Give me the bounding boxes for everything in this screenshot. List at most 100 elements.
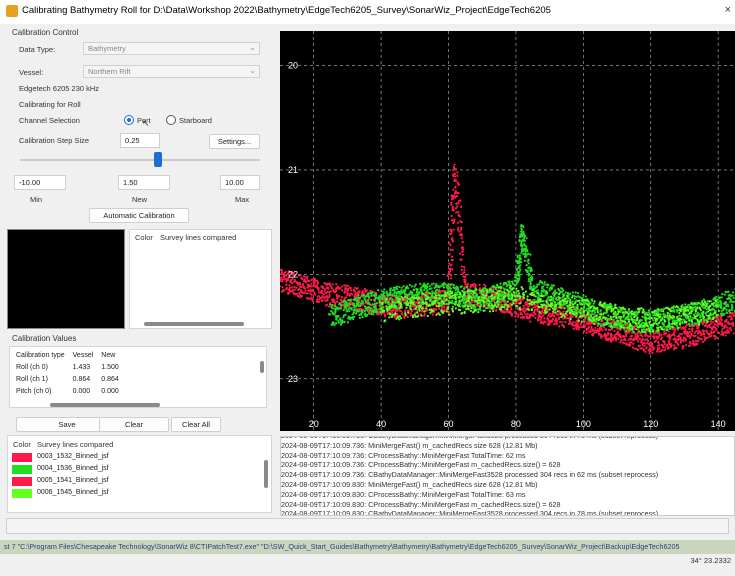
calibration-table-hscroll[interactable] xyxy=(50,403,160,407)
data-point xyxy=(329,303,332,306)
data-point xyxy=(452,209,455,212)
starboard-radio[interactable] xyxy=(166,115,176,125)
table-row[interactable]: Roll (ch 0) 1.433 1.500 xyxy=(12,361,123,373)
data-point xyxy=(513,295,517,298)
data-point xyxy=(485,294,488,297)
step-size-input[interactable]: 0.25 xyxy=(120,133,160,148)
settings-button[interactable]: Settings... xyxy=(209,134,260,149)
data-point xyxy=(607,314,610,317)
data-point xyxy=(516,305,519,308)
data-point xyxy=(328,282,331,285)
data-point xyxy=(347,308,350,311)
data-point xyxy=(480,289,483,292)
clear-button[interactable]: Clear xyxy=(99,417,169,432)
data-point xyxy=(293,288,296,291)
data-point xyxy=(520,312,523,315)
data-point xyxy=(629,324,633,327)
data-point xyxy=(645,328,648,331)
preview-list-scrollbar[interactable] xyxy=(144,322,244,326)
depth-profile-chart[interactable]: 20212223 20 40 60 80 100 120 140 xyxy=(280,31,735,431)
data-point xyxy=(424,307,428,310)
data-point xyxy=(721,333,725,337)
data-point xyxy=(685,309,688,312)
data-point xyxy=(599,324,603,327)
calibration-slider-thumb[interactable] xyxy=(154,152,162,167)
data-point xyxy=(510,314,514,317)
data-point xyxy=(646,325,650,328)
data-point xyxy=(624,329,627,333)
header-cell: Calibration type xyxy=(16,351,65,359)
data-point xyxy=(672,344,676,347)
starboard-radio-label[interactable]: Starboard xyxy=(179,116,212,125)
data-point xyxy=(418,291,421,294)
data-point xyxy=(453,175,457,178)
data-point xyxy=(632,320,635,323)
data-point xyxy=(576,295,580,298)
slider-max-input[interactable]: 10.00 xyxy=(220,175,260,190)
data-point xyxy=(613,329,616,333)
survey-lines-vscroll[interactable] xyxy=(264,460,268,488)
survey-line-name: 0003_1532_Binned_jsf xyxy=(37,453,109,460)
data-point xyxy=(388,294,391,297)
survey-lines-list[interactable]: Color Survey lines compared 0003_1532_Bi… xyxy=(7,435,272,513)
data-point xyxy=(448,293,451,296)
data-point xyxy=(682,345,685,348)
data-point xyxy=(375,310,379,314)
slider-new-input[interactable]: 1.50 xyxy=(118,175,170,190)
table-cell: Roll (ch 1) xyxy=(16,375,48,383)
data-point xyxy=(640,307,643,310)
data-point xyxy=(540,300,544,303)
calibration-slider-track[interactable] xyxy=(20,159,260,161)
data-point xyxy=(461,253,464,256)
data-point xyxy=(311,299,314,302)
automatic-calibration-button[interactable]: Automatic Calibration xyxy=(89,208,189,223)
data-point xyxy=(717,301,720,304)
table-row[interactable]: Roll (ch 1) 0.864 0.864 xyxy=(12,373,123,385)
data-point xyxy=(562,326,566,329)
data-point xyxy=(653,309,656,312)
data-point xyxy=(468,297,471,300)
data-point xyxy=(507,290,510,293)
vessel-select[interactable]: Northern Rift ⌄ xyxy=(83,65,260,78)
data-point xyxy=(690,306,693,309)
data-point xyxy=(457,289,460,292)
data-point xyxy=(388,308,391,311)
data-type-select[interactable]: Bathymetry ⌄ xyxy=(83,42,260,55)
preview-survey-list[interactable]: Color Survey lines compared xyxy=(129,229,272,329)
data-point xyxy=(389,305,392,308)
data-point xyxy=(427,296,430,299)
data-point xyxy=(408,283,411,286)
data-point xyxy=(643,338,646,342)
table-row[interactable]: Pitch (ch 0) 0.000 0.000 xyxy=(12,385,123,397)
data-point xyxy=(285,287,288,290)
table-cell: Roll (ch 0) xyxy=(16,363,48,371)
data-point xyxy=(527,280,530,283)
data-point xyxy=(494,309,498,312)
table-cell: 0.864 xyxy=(101,375,119,383)
data-point xyxy=(466,285,469,288)
data-point xyxy=(497,297,500,300)
close-icon[interactable]: × xyxy=(725,4,731,16)
data-point xyxy=(335,322,338,325)
data-point xyxy=(683,336,686,340)
port-radio[interactable] xyxy=(124,115,134,125)
data-point xyxy=(553,315,556,318)
data-point xyxy=(616,326,619,329)
data-point xyxy=(694,334,697,337)
data-point xyxy=(644,319,647,322)
data-point xyxy=(651,330,655,333)
data-point xyxy=(406,299,409,303)
clear-all-button[interactable]: Clear All xyxy=(171,417,221,432)
slider-min-input[interactable]: -10.00 xyxy=(14,175,66,190)
calibration-table-vscroll[interactable] xyxy=(260,361,264,373)
data-point xyxy=(640,319,643,322)
data-point xyxy=(576,306,579,309)
data-point xyxy=(594,326,597,330)
data-point xyxy=(473,308,477,312)
data-point xyxy=(470,296,474,299)
data-point xyxy=(456,174,459,177)
data-point xyxy=(558,293,561,296)
data-point xyxy=(690,302,693,306)
data-point xyxy=(564,312,568,315)
data-point xyxy=(438,289,441,292)
